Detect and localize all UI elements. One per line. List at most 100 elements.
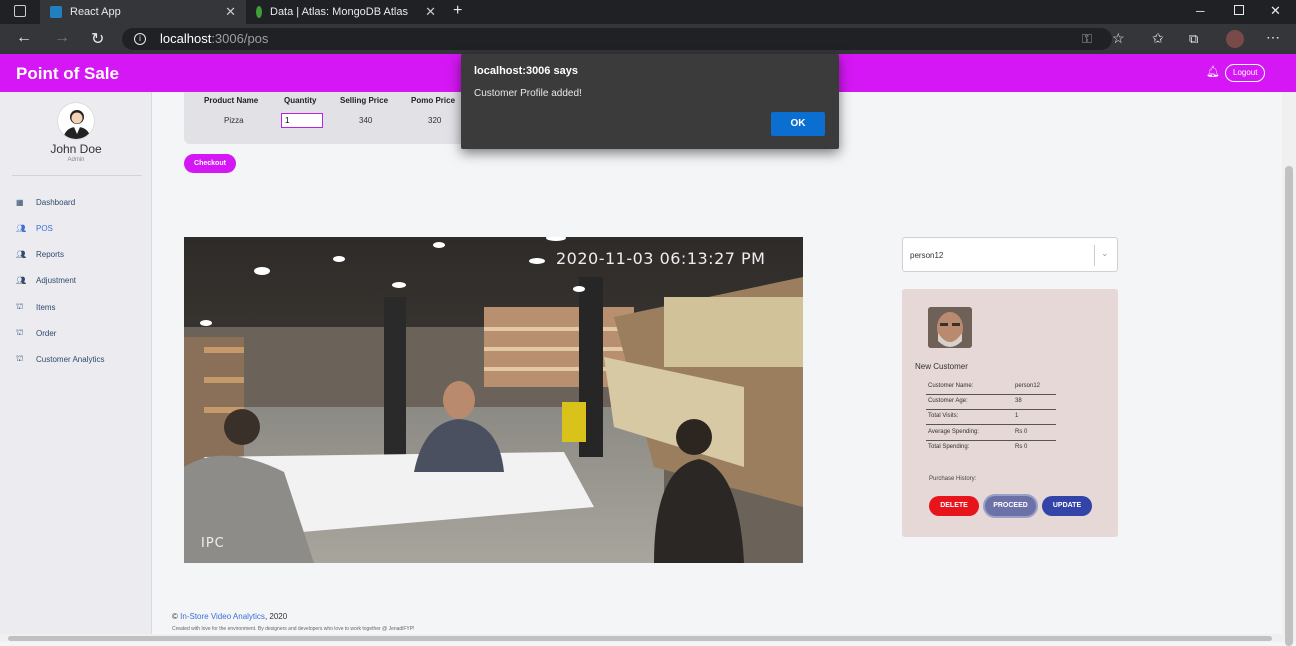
- sidebar-item-dashboard[interactable]: ▦ Dashboard: [16, 198, 75, 207]
- window-menu-icon[interactable]: [14, 5, 26, 17]
- field-value: 38: [1015, 398, 1022, 404]
- users-icon: 👥︎: [16, 250, 27, 259]
- restore-icon[interactable]: [1234, 5, 1244, 15]
- alert-dialog: localhost:3006 says Customer Profile add…: [461, 54, 839, 149]
- vertical-scrollbar-thumb[interactable]: [1285, 166, 1293, 646]
- sidebar-item-pos[interactable]: 👥︎ POS: [16, 224, 53, 233]
- sidebar-divider: [12, 175, 142, 176]
- bell-icon[interactable]: 🔔︎: [1206, 65, 1220, 78]
- camera-label: IPC: [201, 536, 225, 551]
- sidebar: John Doe Admin ▦ Dashboard 👥︎ POS 👥︎ Rep…: [0, 92, 152, 642]
- promo-price-cell: 320: [428, 116, 442, 125]
- basket-icon: ⛫: [16, 328, 24, 337]
- grid-icon: ▦: [16, 198, 24, 207]
- sidebar-item-label: Customer Analytics: [36, 354, 105, 364]
- sidebar-item-customer-analytics[interactable]: ⛫ Customer Analytics: [16, 354, 104, 364]
- vertical-scrollbar[interactable]: [1282, 92, 1296, 646]
- dialog-title: localhost:3006 says: [474, 65, 578, 77]
- user-avatar: [57, 102, 95, 140]
- customer-photo: [928, 307, 972, 348]
- back-icon[interactable]: ←: [16, 29, 32, 47]
- footer-year: , 2020: [264, 612, 288, 621]
- sidebar-item-label: POS: [36, 224, 53, 233]
- field-value: person12: [1015, 383, 1041, 389]
- checkout-button[interactable]: Checkout: [184, 154, 236, 173]
- users-icon: 👥︎: [16, 224, 27, 233]
- tab-react-app[interactable]: React App ✕: [40, 0, 246, 24]
- column-header: Pomo Price: [411, 96, 456, 105]
- url-field[interactable]: i localhost:3006/pos: [122, 28, 1112, 50]
- product-name-cell: Pizza: [224, 116, 244, 125]
- dialog-message: Customer Profile added!: [474, 88, 582, 99]
- copyright-symbol: ©: [172, 612, 178, 621]
- react-icon: [50, 6, 62, 18]
- column-header: Product Name: [204, 96, 259, 105]
- field-value: 1: [1015, 413, 1019, 419]
- app-title: Point of Sale: [16, 64, 119, 83]
- field-label: Average Spending:: [928, 429, 979, 435]
- url-host: localhost: [160, 31, 212, 46]
- sidebar-item-label: Order: [36, 328, 57, 338]
- customer-field-row: Customer Name: person12: [926, 380, 1056, 395]
- quantity-input[interactable]: 1: [281, 113, 323, 128]
- basket-icon: ⛫: [16, 354, 24, 363]
- customer-field-row: Average Spending: Rs 0: [926, 426, 1056, 441]
- minimize-icon[interactable]: ─: [1196, 4, 1205, 18]
- horizontal-scrollbar[interactable]: [0, 634, 1282, 642]
- close-window-icon[interactable]: ✕: [1270, 3, 1281, 19]
- proceed-button[interactable]: PROCEED: [985, 496, 1036, 516]
- customer-field-row: Total Spending: Rs 0: [926, 441, 1056, 456]
- favorite-star-icon[interactable]: ☆: [1112, 30, 1125, 47]
- horizontal-scrollbar-thumb[interactable]: [8, 636, 1272, 641]
- selling-price-cell: 340: [359, 116, 373, 125]
- close-tab-icon[interactable]: ✕: [225, 4, 236, 20]
- field-label: Customer Name:: [928, 383, 974, 389]
- column-header: Quantity: [284, 96, 317, 105]
- select-separator: [1094, 245, 1095, 266]
- sidebar-item-order[interactable]: ⛫ Order: [16, 328, 56, 338]
- user-name: John Doe: [50, 142, 102, 156]
- more-menu-icon[interactable]: ⋯: [1266, 29, 1280, 46]
- camera-timestamp: 2020-11-03 06:13:27 PM: [556, 249, 766, 268]
- person-select-value: person12: [910, 251, 944, 260]
- customer-status: New Customer: [915, 362, 968, 371]
- close-tab-icon[interactable]: ✕: [425, 4, 436, 20]
- mongodb-leaf-icon: [256, 6, 262, 18]
- new-tab-icon[interactable]: +: [453, 2, 462, 20]
- favorites-icon[interactable]: ✩: [1152, 30, 1164, 47]
- footer-link[interactable]: In-Store Video Analytics: [180, 612, 265, 621]
- field-label: Total Spending:: [928, 444, 970, 450]
- info-icon[interactable]: i: [134, 33, 146, 45]
- sidebar-item-items[interactable]: ⛫ Items: [16, 302, 56, 312]
- logout-button[interactable]: Logout: [1225, 64, 1266, 82]
- browser-tab-bar: React App ✕ Data | Atlas: MongoDB Atlas …: [0, 0, 1296, 24]
- cart-table: Product Name Quantity Selling Price Pomo…: [184, 92, 484, 144]
- delete-button[interactable]: DELETE: [929, 496, 979, 516]
- sidebar-item-label: Adjustment: [36, 276, 77, 285]
- footer-copyright: © In-Store Video Analytics, 2020: [172, 612, 287, 621]
- person-select[interactable]: person12 ⌄: [902, 237, 1118, 272]
- collections-icon[interactable]: ⧉: [1189, 31, 1198, 47]
- customer-profile-card: New Customer Customer Name: person12 Cus…: [902, 289, 1118, 537]
- users-icon: 👥︎: [16, 276, 27, 285]
- footer-credit: Created with love for the environment. B…: [172, 626, 415, 632]
- update-button[interactable]: UPDATE: [1042, 496, 1092, 516]
- customer-field-row: Customer Age: 38: [926, 395, 1056, 410]
- sidebar-item-adjustment[interactable]: 👥︎ Adjustment: [16, 276, 76, 285]
- field-value: Rs 0: [1015, 444, 1028, 450]
- tab-mongodb-atlas[interactable]: Data | Atlas: MongoDB Atlas ✕: [246, 0, 446, 24]
- reload-icon[interactable]: ↻: [91, 29, 104, 49]
- sidebar-item-reports[interactable]: 👥︎ Reports: [16, 250, 64, 259]
- tab-title: React App: [70, 6, 121, 18]
- sidebar-item-label: Reports: [36, 250, 65, 259]
- tab-title: Data | Atlas: MongoDB Atlas: [270, 6, 408, 18]
- browser-address-bar: ← → ↻ i localhost:3006/pos ⚿ ☆ ✩ ⧉ ⋯: [0, 24, 1296, 54]
- key-icon[interactable]: ⚿: [1082, 31, 1092, 47]
- forward-icon[interactable]: →: [54, 29, 70, 47]
- chevron-down-icon[interactable]: ⌄: [1101, 248, 1109, 259]
- field-value: Rs 0: [1015, 429, 1028, 435]
- purchase-history-label: Purchase History:: [929, 476, 977, 482]
- store-scene-image: [184, 237, 803, 563]
- profile-avatar[interactable]: [1226, 30, 1244, 48]
- dialog-ok-button[interactable]: OK: [771, 112, 825, 136]
